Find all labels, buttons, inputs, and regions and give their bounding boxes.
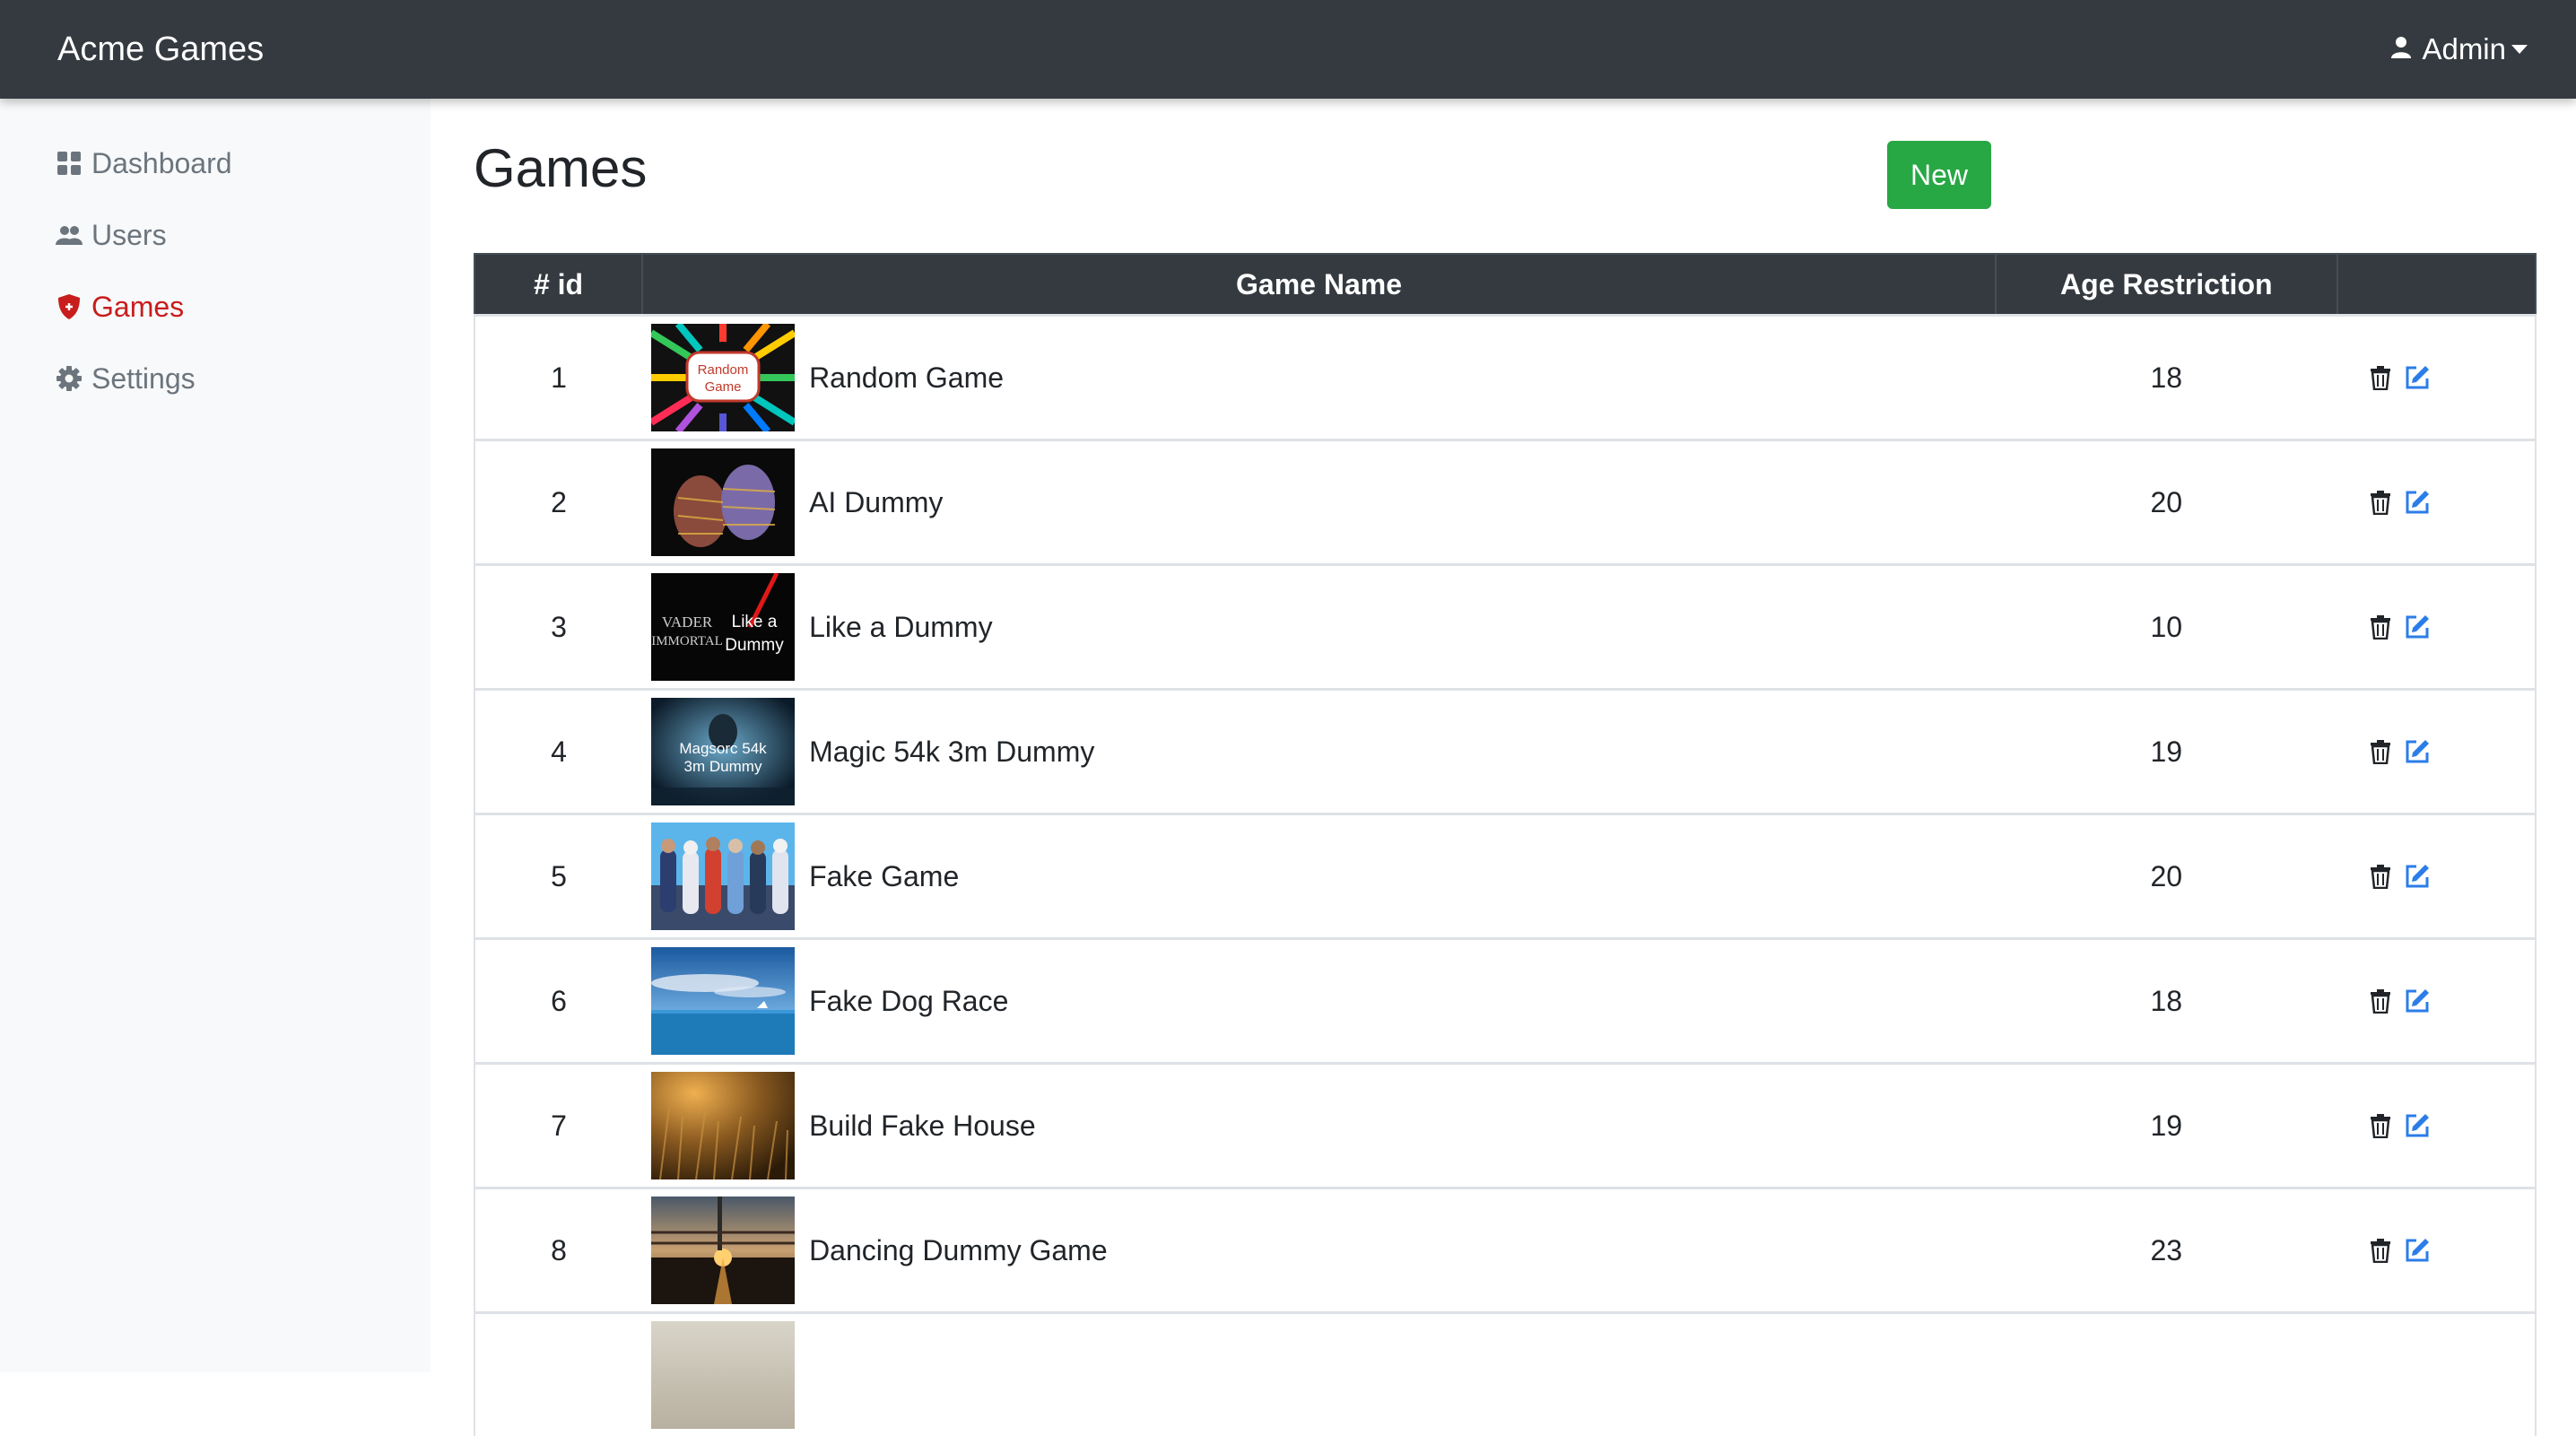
sidebar-item-label: Games bbox=[91, 291, 184, 324]
game-id: 5 bbox=[474, 814, 642, 939]
game-name: Dancing Dummy Game bbox=[809, 1234, 1108, 1267]
top-navbar: Acme Games Admin bbox=[0, 0, 2576, 99]
game-id: 6 bbox=[474, 939, 642, 1064]
game-thumbnail[interactable]: VADER IMMORTAL Like a Dummy bbox=[651, 573, 795, 681]
sidebar-item-games[interactable]: Games bbox=[56, 287, 184, 326]
trash-icon[interactable] bbox=[2370, 1238, 2391, 1263]
game-name: Magic 54k 3m Dummy bbox=[809, 735, 1094, 769]
table-row[interactable] bbox=[474, 1313, 2536, 1436]
trash-icon[interactable] bbox=[2370, 614, 2391, 640]
table-row[interactable]: 6 bbox=[474, 939, 2536, 1064]
edit-icon[interactable] bbox=[2404, 988, 2431, 1014]
game-id: 2 bbox=[474, 440, 642, 565]
edit-icon[interactable] bbox=[2404, 738, 2431, 765]
game-thumbnail[interactable]: Random Game bbox=[651, 324, 795, 431]
column-header-name[interactable]: Game Name bbox=[642, 254, 1996, 316]
age-restriction: 18 bbox=[1996, 316, 2337, 440]
game-thumbnail[interactable] bbox=[651, 448, 795, 556]
thumbnail-caption: VADER bbox=[662, 614, 713, 631]
game-thumbnail[interactable] bbox=[651, 1072, 795, 1179]
game-id: 1 bbox=[474, 316, 642, 440]
gear-icon bbox=[56, 365, 83, 392]
game-id: 7 bbox=[474, 1064, 642, 1188]
table-row[interactable]: 7 bbox=[474, 1064, 2536, 1188]
edit-icon[interactable] bbox=[2404, 1237, 2431, 1264]
table-row[interactable]: 1 bbox=[474, 316, 2536, 440]
game-thumbnail[interactable] bbox=[651, 822, 795, 930]
trash-icon[interactable] bbox=[2370, 1113, 2391, 1138]
games-table: # id Game Name Age Restriction 1 bbox=[474, 253, 2537, 1436]
age-restriction: 19 bbox=[1996, 690, 2337, 814]
main-content: Games New # id Game Name Age Restriction… bbox=[431, 99, 2576, 1372]
game-thumbnail[interactable] bbox=[651, 947, 795, 1055]
trash-icon[interactable] bbox=[2370, 490, 2391, 515]
thumbnail-caption: 3m Dummy bbox=[684, 758, 762, 775]
new-game-button[interactable]: New bbox=[1887, 141, 1991, 209]
sidebar-item-label: Users bbox=[91, 219, 167, 252]
game-id: 4 bbox=[474, 690, 642, 814]
column-header-id[interactable]: # id bbox=[474, 254, 642, 316]
table-row[interactable]: 8 bbox=[474, 1188, 2536, 1313]
sidebar-item-users[interactable]: Users bbox=[56, 215, 167, 255]
thumbnail-caption: Dummy bbox=[725, 636, 784, 655]
shield-icon bbox=[56, 293, 83, 320]
edit-icon[interactable] bbox=[2404, 1112, 2431, 1139]
game-name: Fake Game bbox=[809, 860, 959, 893]
edit-icon[interactable] bbox=[2404, 614, 2431, 640]
edit-icon[interactable] bbox=[2404, 364, 2431, 391]
game-id bbox=[474, 1313, 642, 1436]
table-row[interactable]: 2 bbox=[474, 440, 2536, 565]
table-row[interactable]: 5 bbox=[474, 814, 2536, 939]
age-restriction: 10 bbox=[1996, 565, 2337, 690]
brand-logo[interactable]: Acme Games bbox=[57, 0, 264, 99]
game-name: Fake Dog Race bbox=[809, 985, 1008, 1018]
game-name: Like a Dummy bbox=[809, 611, 993, 644]
trash-icon[interactable] bbox=[2370, 365, 2391, 390]
edit-icon[interactable] bbox=[2404, 863, 2431, 890]
page-title: Games bbox=[474, 142, 647, 196]
chevron-down-icon bbox=[2511, 45, 2528, 54]
table-header-row: # id Game Name Age Restriction bbox=[474, 254, 2536, 316]
game-id: 3 bbox=[474, 565, 642, 690]
age-restriction: 20 bbox=[1996, 440, 2337, 565]
sidebar-item-dashboard[interactable]: Dashboard bbox=[56, 144, 232, 183]
sidebar-item-settings[interactable]: Settings bbox=[56, 359, 196, 398]
thumbnail-caption: Random bbox=[698, 362, 749, 378]
game-name: Random Game bbox=[809, 361, 1004, 395]
game-thumbnail[interactable] bbox=[651, 1321, 795, 1429]
thumbnail-caption: Game bbox=[705, 379, 742, 395]
trash-icon[interactable] bbox=[2370, 864, 2391, 889]
user-menu-label: Admin bbox=[2422, 32, 2506, 66]
user-menu-dropdown[interactable]: Admin bbox=[2391, 0, 2528, 99]
trash-icon[interactable] bbox=[2370, 739, 2391, 764]
game-name: AI Dummy bbox=[809, 486, 943, 519]
sidebar-item-label: Settings bbox=[91, 362, 196, 396]
age-restriction: 20 bbox=[1996, 814, 2337, 939]
game-name: Build Fake House bbox=[809, 1110, 1036, 1143]
age-restriction: 23 bbox=[1996, 1188, 2337, 1313]
game-thumbnail[interactable]: Magsorc 54k 3m Dummy bbox=[651, 698, 795, 805]
thumbnail-caption: Magsorc 54k bbox=[679, 740, 767, 757]
sidebar-item-label: Dashboard bbox=[91, 147, 232, 180]
thumbnail-caption: Like a bbox=[732, 613, 778, 631]
game-id: 8 bbox=[474, 1188, 642, 1313]
edit-icon[interactable] bbox=[2404, 489, 2431, 516]
column-header-age[interactable]: Age Restriction bbox=[1996, 254, 2337, 316]
trash-icon[interactable] bbox=[2370, 988, 2391, 1014]
dashboard-icon bbox=[56, 150, 83, 177]
sidebar: Dashboard Users Games Settings bbox=[0, 99, 431, 1372]
thumbnail-caption: IMMORTAL bbox=[651, 634, 723, 648]
column-header-actions bbox=[2337, 254, 2536, 316]
game-thumbnail[interactable] bbox=[651, 1197, 795, 1304]
users-icon bbox=[56, 222, 83, 248]
user-icon bbox=[2391, 32, 2422, 66]
table-row[interactable]: 3 VADER IMMORTAL Like a Dummy bbox=[474, 565, 2536, 690]
age-restriction: 18 bbox=[1996, 939, 2337, 1064]
age-restriction: 19 bbox=[1996, 1064, 2337, 1188]
table-row[interactable]: 4 Magsorc 54k 3m Dummy bbox=[474, 690, 2536, 814]
